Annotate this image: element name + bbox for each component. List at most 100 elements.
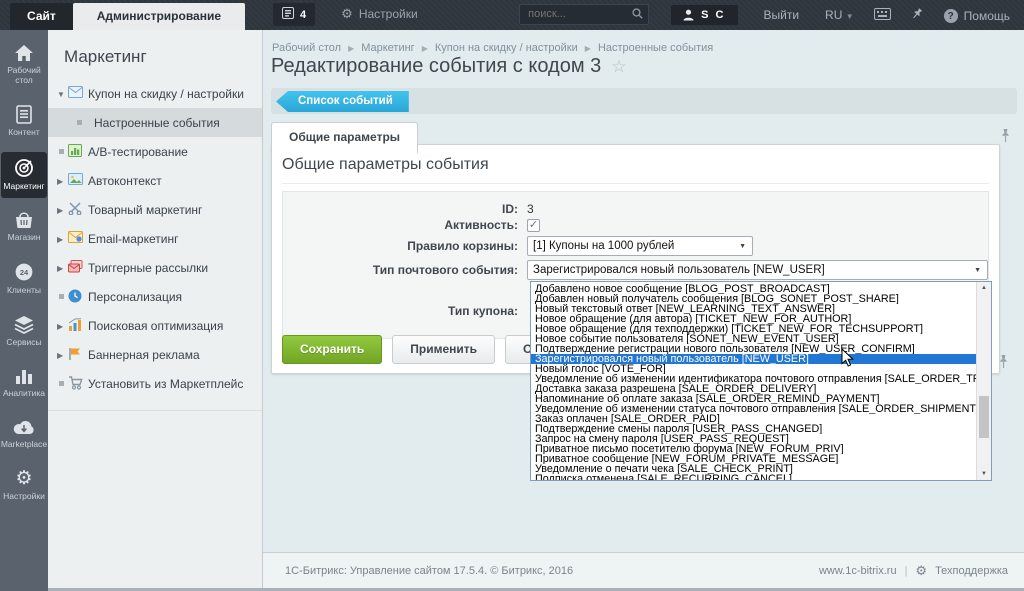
breadcrumb-link[interactable]: Маркетинг [361, 42, 414, 54]
dropdown-option[interactable]: Добавлено новое сообщение [BLOG_POST_BRO… [531, 284, 976, 294]
basket-rule-select[interactable]: [1] Купоны на 1000 рублей ▼ [527, 236, 753, 256]
sidebar-item-trigger-mailings[interactable]: ▶ Триггерные рассылки [48, 253, 262, 282]
logout-link[interactable]: Выйти [764, 8, 800, 22]
sidebar-item-email-marketing[interactable]: ▶ Email-маркетинг [48, 224, 262, 253]
dropdown-option[interactable]: Подписка отменена [SALE_RECURRING_CANCEL… [531, 474, 976, 480]
footer-site-link[interactable]: www.1c-bitrix.ru [819, 565, 897, 577]
tab-site[interactable]: Сайт [10, 3, 73, 30]
breadcrumb-link[interactable]: Купон на скидку / настройки [435, 42, 578, 54]
dropdown-option-selected[interactable]: Зарегистрировался новый пользователь [NE… [531, 354, 976, 364]
dropdown-option[interactable]: Запрос на смену пароля [USER_PASS_REQUES… [531, 434, 976, 444]
dropdown-option[interactable]: Подтверждение смены пароля [USER_PASS_CH… [531, 424, 976, 434]
sidebar-item-install-marketplace[interactable]: Установить из Маркетплейс [48, 369, 262, 398]
sidebar-item-autocontext[interactable]: ▶ Автоконтекст [48, 166, 262, 195]
mail-event-select[interactable]: Зарегистрировался новый пользователь [NE… [527, 260, 988, 280]
sidebar-item-coupon-settings[interactable]: ▼ Купон на скидку / настройки [48, 79, 262, 108]
section-title: Общие параметры события [282, 156, 989, 184]
scrollbar-thumb[interactable] [979, 396, 989, 438]
mailings-icon [68, 260, 83, 276]
mail-event-dropdown-list: Добавлено новое сообщение [BLOG_POST_BRO… [531, 282, 976, 480]
breadcrumb-separator-icon: ▶ [422, 44, 428, 53]
rail-item-services[interactable]: Сервисы [1, 309, 47, 354]
sidebar-item-banner-ads[interactable]: ▶ Баннерная реклама [48, 340, 262, 369]
sidebar-item-product-marketing[interactable]: ▶ Товарный маркетинг [48, 195, 262, 224]
rail-item-settings[interactable]: ⚙ Настройки [1, 463, 47, 508]
svg-text:24: 24 [20, 268, 29, 277]
tab-general-parameters[interactable]: Общие параметры [271, 122, 418, 153]
dropdown-option[interactable]: Напоминание об оплате заказа [SALE_ORDER… [531, 394, 976, 404]
dropdown-option[interactable]: Заказ оплачен [SALE_ORDER_PAID] [531, 414, 976, 424]
chevron-collapsed-icon[interactable]: ▶ [57, 233, 63, 247]
dropdown-option[interactable]: Приватное сообщение [NEW_FORUM_PRIVATE_M… [531, 454, 976, 464]
dropdown-option[interactable]: Новый голос [VOTE_FOR] [531, 364, 976, 374]
dropdown-option[interactable]: Новый текстовый ответ [NEW_LEARNING_TEXT… [531, 304, 976, 314]
pin-icon[interactable] [999, 128, 1012, 146]
dropdown-option[interactable]: Доставка заказа разрешена [SALE_ORDER_DE… [531, 384, 976, 394]
rail-item-content[interactable]: Контент [1, 99, 47, 144]
dropdown-option[interactable]: Уведомление о печати чека [SALE_CHECK_PR… [531, 464, 976, 474]
search-box [519, 4, 649, 25]
topbar-settings-button[interactable]: ⚙ Настройки [341, 6, 418, 22]
language-switcher[interactable]: RU ▼ [825, 8, 854, 22]
sidebar-item-personalization[interactable]: Персонализация [48, 282, 262, 311]
dropdown-option[interactable]: Уведомление об изменении статуса почтово… [531, 404, 976, 414]
chevron-collapsed-icon[interactable]: ▶ [57, 349, 63, 363]
bullet-icon [59, 149, 64, 154]
user-menu-button[interactable]: S C [671, 5, 737, 25]
scroll-down-icon[interactable]: ▼ [977, 468, 991, 480]
mouse-cursor [841, 348, 854, 370]
dropdown-option[interactable]: Приватное письмо посетителю форума [NEW_… [531, 444, 976, 454]
chevron-collapsed-icon[interactable]: ▶ [57, 175, 63, 189]
search-icon[interactable] [632, 8, 643, 19]
footer-support-link[interactable]: Техподдержка [935, 565, 1008, 577]
basket-icon [14, 211, 34, 229]
basket-rule-label: Правило корзины: [283, 239, 527, 253]
save-button[interactable]: Сохранить [282, 335, 382, 364]
footer-separator: | [905, 565, 908, 577]
apply-button[interactable]: Применить [392, 335, 495, 364]
active-checkbox[interactable]: ✓ [527, 219, 540, 232]
dropdown-option[interactable]: Добавлен новый получатель сообщения [BLO… [531, 294, 976, 304]
dropdown-option[interactable]: Новое обращение (для техподдержки) [TICK… [531, 324, 976, 334]
rail-item-desktop[interactable]: Рабочий стол [1, 38, 47, 92]
dropdown-scrollbar[interactable]: ▲ ▼ [976, 282, 991, 480]
breadcrumb-link[interactable]: Настроенные события [598, 42, 713, 54]
rail-item-analytics[interactable]: Аналитика [1, 361, 47, 405]
chevron-expanded-icon[interactable]: ▼ [57, 88, 65, 102]
dropdown-option[interactable]: Подтверждение регистрации нового пользов… [531, 344, 976, 354]
chevron-collapsed-icon[interactable]: ▶ [57, 262, 63, 276]
select-arrow-icon: ▼ [739, 243, 746, 250]
pin-panel-icon[interactable] [911, 7, 924, 23]
dropdown-option[interactable]: Уведомление об изменении идентификатора … [531, 374, 976, 384]
chevron-collapsed-icon[interactable]: ▶ [57, 320, 63, 334]
active-label: Активность: [283, 218, 527, 232]
rail-item-store[interactable]: Магазин [1, 205, 47, 249]
rail-item-marketplace[interactable]: Marketplace [1, 413, 47, 456]
breadcrumb-link[interactable]: Рабочий стол [272, 42, 341, 54]
footer: 1С-Битрикс: Управление сайтом 17.5.4. © … [263, 552, 1024, 588]
dropdown-option[interactable]: Новое событие пользователя [SONET_NEW_EV… [531, 334, 976, 344]
events-list-button[interactable]: Список событий [276, 91, 409, 112]
scroll-up-icon[interactable]: ▲ [977, 282, 991, 294]
hotkeys-icon[interactable] [874, 8, 891, 23]
sidebar-item-configured-events[interactable]: Настроенные события [48, 108, 262, 137]
notifications-button[interactable]: 4 [273, 3, 315, 26]
rail-item-clients[interactable]: 24 Клиенты [1, 256, 47, 302]
dropdown-option[interactable]: Новое обращение (для автора) [TICKET_NEW… [531, 314, 976, 324]
content-icon [16, 105, 32, 124]
rail-item-marketing[interactable]: Маркетинг [1, 152, 47, 198]
sidebar-item-seo[interactable]: ▶ Поисковая оптимизация [48, 311, 262, 340]
footer-copyright: 1С-Битрикс: Управление сайтом 17.5.4. © … [285, 565, 819, 577]
form-row-basket-rule: Правило корзины: [1] Купоны на 1000 рубл… [283, 234, 988, 257]
form-row-id: ID: 3 [283, 202, 988, 216]
coupon-type-label: Тип купона: [283, 304, 527, 318]
search-input[interactable] [519, 4, 649, 25]
select-arrow-icon: ▼ [974, 267, 981, 274]
help-button[interactable]: ? Помощь [944, 9, 1010, 23]
tab-admin[interactable]: Администрирование [73, 3, 245, 30]
chevron-collapsed-icon[interactable]: ▶ [57, 204, 63, 218]
sidebar-item-ab-testing[interactable]: A/B-тестирование [48, 137, 262, 166]
breadcrumb: Рабочий стол ▶ Маркетинг ▶ Купон на скид… [272, 42, 713, 54]
favorite-star-icon[interactable]: ☆ [611, 57, 626, 77]
marketing-sidebar: Маркетинг ▼ Купон на скидку / настройки … [48, 30, 263, 591]
